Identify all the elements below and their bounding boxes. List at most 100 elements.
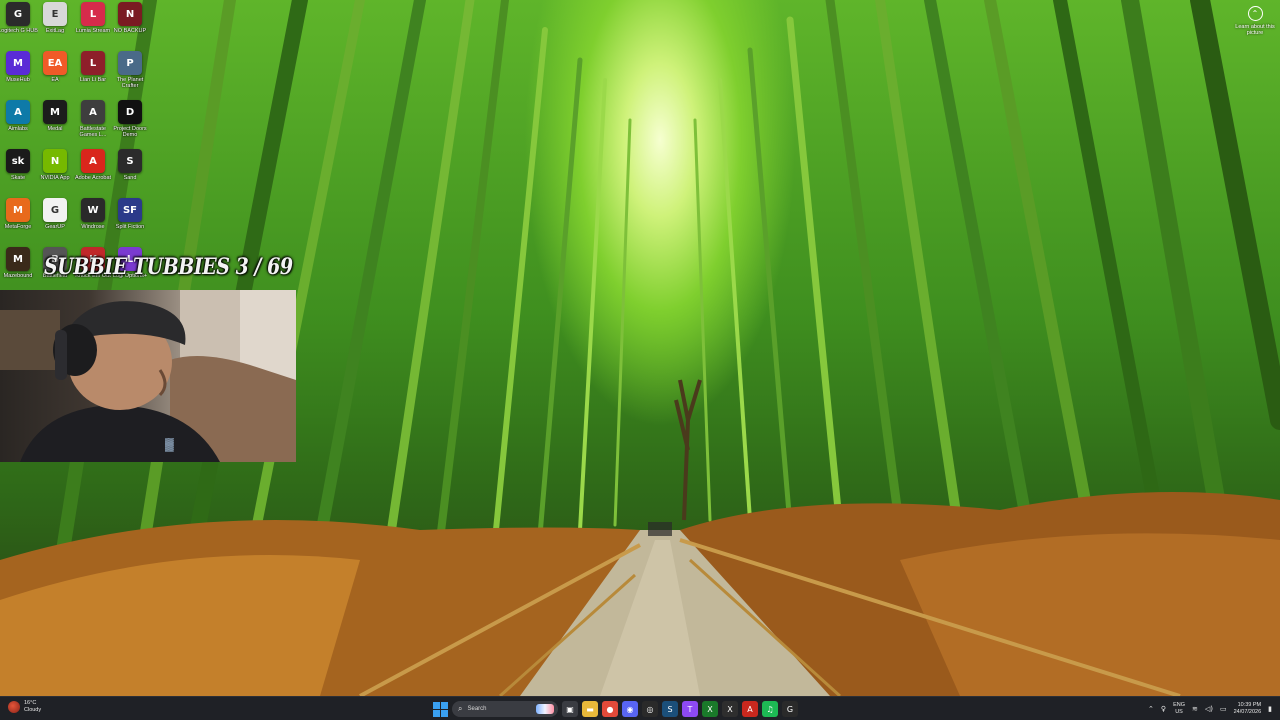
clock-date: 24/07/2026 xyxy=(1233,709,1262,715)
desktop-shortcut-label: Windrose xyxy=(81,224,105,230)
camera-icon: ⌃ xyxy=(1247,6,1263,21)
xbox-icon[interactable]: X xyxy=(702,701,718,717)
desktop-shortcut-label: ExitLag xyxy=(45,28,65,34)
desktop-shortcut-label: Sand xyxy=(123,175,137,181)
file-explorer-icon[interactable]: ▬ xyxy=(582,701,598,717)
medal-icon: M xyxy=(43,100,67,124)
planet-crafter-icon: P xyxy=(118,51,142,75)
mazebound-icon: M xyxy=(6,247,30,271)
wifi-icon[interactable]: ≋ xyxy=(1192,705,1198,713)
discord-icon[interactable]: ◉ xyxy=(622,701,638,717)
desktop-shortcut[interactable]: M Mazebound xyxy=(0,247,38,295)
acrobat-icon: A xyxy=(81,149,105,173)
search-icon: ⌕ xyxy=(458,704,463,713)
stream-overlay-title: SUBBIE TUBBIES 3 / 69 xyxy=(44,254,293,280)
aimlabs-icon: A xyxy=(6,100,30,124)
desktop-shortcut-label: Project Doors Demo xyxy=(113,126,147,138)
desktop-shortcut[interactable]: SF Split Fiction xyxy=(110,198,150,246)
desktop-shortcut-label: Lumia Stream xyxy=(75,28,111,34)
desktop-shortcut-label: GearUP xyxy=(45,224,65,230)
volume-icon[interactable]: ◁) xyxy=(1205,705,1213,713)
desktop-shortcut[interactable]: A Adobe Acrobat xyxy=(73,149,113,197)
desktop-shortcut[interactable]: M MetaForge xyxy=(0,198,38,246)
start-button[interactable] xyxy=(432,701,448,717)
desktop-shortcut[interactable]: EA EA xyxy=(35,51,75,99)
desktop-shortcut-label: MetaForge xyxy=(4,224,32,230)
desktop-shortcut[interactable]: N NVIDIA App xyxy=(35,149,75,197)
language-code: ENG xyxy=(1173,702,1185,708)
split-fiction-icon: SF xyxy=(118,198,142,222)
taskbar-clock[interactable]: 10:39 PM 24/07/2026 xyxy=(1234,702,1262,716)
clock-time: 10:39 PM xyxy=(1237,702,1262,708)
taskbar: 16°C Cloudy ⌕ Search ▣ ▬ ● ◉ ◎ S T X X A ♫ G ⌃ ♀ EN… xyxy=(0,696,1280,720)
acrobat-taskbar-icon[interactable]: A xyxy=(742,701,758,717)
obs-icon[interactable]: ◎ xyxy=(642,701,658,717)
nvidia-icon: N xyxy=(43,149,67,173)
desktop-shortcut[interactable]: A Battlestate Games L... xyxy=(73,100,113,148)
desktop-shortcut[interactable]: W Windrose xyxy=(73,198,113,246)
desktop-shortcut-label: NVIDIA App xyxy=(40,175,70,181)
desktop-shortcut[interactable]: L Lumia Stream xyxy=(73,2,113,50)
desktop-shortcut-label: NO BACKUP xyxy=(113,28,147,34)
lumia-stream-icon: L xyxy=(81,2,105,26)
skate-icon: sk xyxy=(6,149,30,173)
desktop-shortcut-label: Medal xyxy=(47,126,63,132)
system-tray: ⌃ ♀ ENG US ≋ ◁) ▭ 10:39 PM 24/07/2026 ▮ xyxy=(1148,697,1280,721)
desktop-shortcut-label: Logitech G HUB xyxy=(0,28,38,34)
search-placeholder: Search xyxy=(467,706,487,712)
desktop-shortcut-label: Battlestate Games L... xyxy=(79,126,107,138)
exitlag-icon: E xyxy=(43,2,67,26)
battlestate-icon: A xyxy=(81,100,105,124)
xbox-app-icon[interactable]: X xyxy=(722,701,738,717)
show-hidden-icons-chevron-icon[interactable]: ⌃ xyxy=(1148,705,1154,713)
folder-backup-icon: N xyxy=(118,2,142,26)
desktop-shortcut[interactable]: A Aimlabs xyxy=(0,100,38,148)
battery-icon[interactable]: ▭ xyxy=(1220,705,1227,713)
task-view-icon[interactable]: ▣ xyxy=(562,701,578,717)
twitch-icon[interactable]: T xyxy=(682,701,698,717)
windrose-icon: W xyxy=(81,198,105,222)
chrome-icon[interactable]: ● xyxy=(602,701,618,717)
taskbar-center: ⌕ Search ▣ ▬ ● ◉ ◎ S T X X A ♫ G xyxy=(432,700,798,718)
ea-icon: EA xyxy=(43,51,67,75)
desktop-shortcut-label: Lian Li Bar xyxy=(79,77,107,83)
weather-condition: Cloudy xyxy=(24,706,42,713)
desktop-shortcut[interactable]: E ExitLag xyxy=(35,2,75,50)
webcam-person-image: ▓ xyxy=(0,290,296,462)
metaforge-icon: M xyxy=(6,198,30,222)
spotify-icon[interactable]: ♫ xyxy=(762,701,778,717)
desktop-shortcut[interactable]: P The Planet Crafter xyxy=(110,51,150,99)
desktop-shortcut-label: Split Fiction xyxy=(115,224,145,230)
desktop-shortcut-label: Aimlabs xyxy=(8,126,28,132)
desktop-icon-grid: G Logitech G HUB E ExitLag L Lumia Stream N NO … xyxy=(0,0,150,290)
svg-text:▓: ▓ xyxy=(165,437,174,452)
desktop-shortcut[interactable]: L Lian Li Bar xyxy=(73,51,113,99)
desktop-shortcut-label: The Planet Crafter xyxy=(116,77,144,89)
learn-about-picture-button[interactable]: ⌃ Learn about this picture xyxy=(1232,6,1278,46)
notification-bell-icon[interactable]: ▮ xyxy=(1268,705,1272,713)
language-region: US xyxy=(1175,709,1183,715)
desktop-shortcut[interactable]: sk Skate xyxy=(0,149,38,197)
desktop-shortcut[interactable]: G GearUP xyxy=(35,198,75,246)
logitech-ghub-taskbar-icon[interactable]: G xyxy=(782,701,798,717)
desktop-shortcut[interactable]: N NO BACKUP xyxy=(110,2,150,50)
learn-about-picture-label: Learn about this picture xyxy=(1235,24,1275,36)
musehub-icon: M xyxy=(6,51,30,75)
webcam-overlay: ▓ xyxy=(0,290,296,462)
desktop-shortcut[interactable]: S Sand xyxy=(110,149,150,197)
language-indicator[interactable]: ENG US xyxy=(1173,702,1185,716)
lian-li-icon: L xyxy=(81,51,105,75)
desktop-shortcut-label: Adobe Acrobat xyxy=(74,175,112,181)
steam-icon[interactable]: S xyxy=(662,701,678,717)
desktop-shortcut-label: MuseHub xyxy=(6,77,30,83)
desktop-shortcut[interactable]: G Logitech G HUB xyxy=(0,2,38,50)
desktop-shortcut[interactable]: M Medal xyxy=(35,100,75,148)
desktop-shortcut-label: Mazebound xyxy=(3,273,33,279)
microphone-icon[interactable]: ♀ xyxy=(1161,705,1166,713)
project-doors-icon: D xyxy=(118,100,142,124)
taskbar-search-box[interactable]: ⌕ Search xyxy=(452,701,558,717)
desktop-shortcut[interactable]: M MuseHub xyxy=(0,51,38,99)
sand-icon: S xyxy=(118,149,142,173)
weather-widget[interactable]: 16°C Cloudy xyxy=(8,700,41,713)
desktop-shortcut[interactable]: D Project Doors Demo xyxy=(110,100,150,148)
